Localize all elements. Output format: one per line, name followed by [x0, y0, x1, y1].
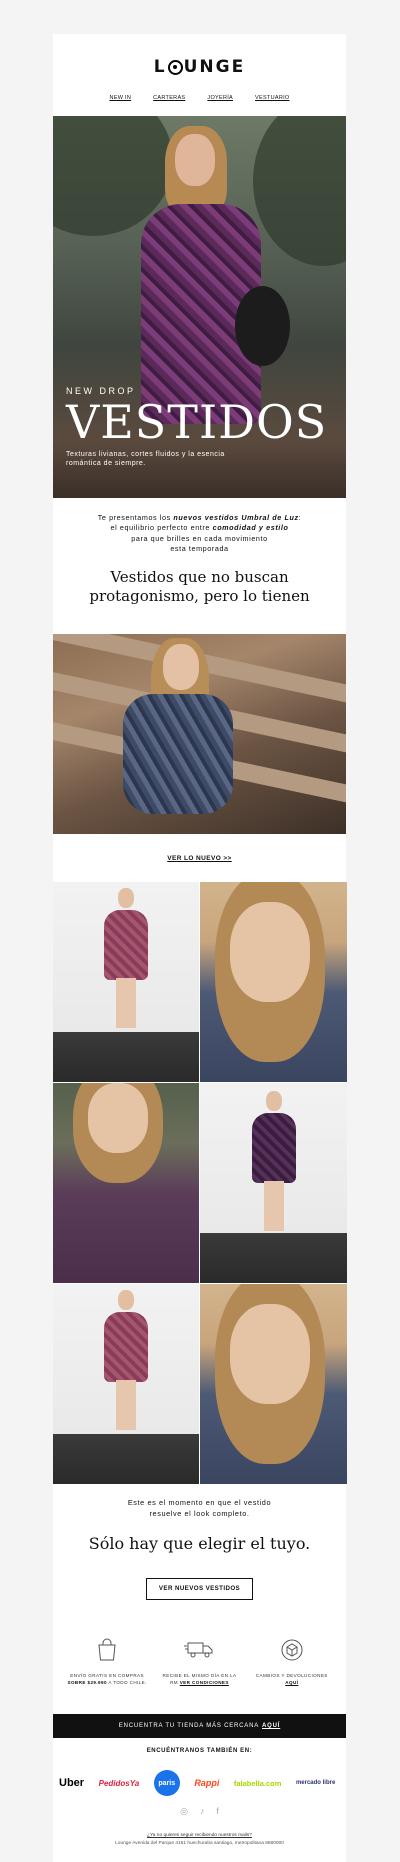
benefit-free-shipping: ENVÍO GRATIS EN COMPRAS SOBRE $29.990 A … [64, 1634, 150, 1714]
returns-box-icon [249, 1634, 335, 1666]
logo-o-ring [167, 59, 183, 75]
benefit-returns: CAMBIOS Y DEVOLUCIONES AQUÍ [249, 1634, 335, 1714]
unsubscribe-link[interactable]: ¿Ya no quieres seguir recibiendo nuestro… [147, 1833, 252, 1838]
closing-text: Este es el momento en que el vestido res… [127, 1498, 272, 1518]
find-us-title: ENCUÉNTRANOS TAMBIÉN EN: [146, 1748, 253, 1754]
nav-item-vestuario[interactable]: VESTUARIO [255, 95, 289, 101]
header: L UNGE [53, 34, 346, 79]
brand-logo[interactable]: L UNGE [154, 57, 245, 77]
hero-model-face [175, 134, 215, 186]
partner-falabella-logo[interactable]: falabella.com [234, 1779, 282, 1788]
conditions-link[interactable]: VER CONDICIONES [180, 1680, 229, 1685]
product-photo-2[interactable] [200, 882, 347, 1082]
benefits-row: ENVÍO GRATIS EN COMPRAS SOBRE $29.990 A … [53, 1624, 346, 1714]
product-photo-6[interactable] [200, 1284, 347, 1484]
partner-uber-logo[interactable]: Uber [59, 1777, 84, 1789]
facebook-icon[interactable]: f [216, 1806, 219, 1816]
store-locator-link[interactable]: AQUÍ [262, 1723, 280, 1729]
closing-heading: Sólo hay que elegir el tuyo. [88, 1534, 311, 1553]
product-photo-3[interactable] [53, 1083, 199, 1283]
hero-title: VESTIDOS [66, 395, 328, 449]
benefit-same-day: RECIBE EL MISMO DÍA EN LA RM VER CONDICI… [156, 1634, 242, 1714]
bench-model-photo[interactable] [53, 634, 346, 834]
social-icons: ◎ ♪ f [53, 1800, 346, 1822]
see-new-link[interactable]: VER LO NUEVO >> [167, 855, 232, 862]
partner-mercadolibre-logo[interactable]: mercado libre [296, 1780, 340, 1786]
hero-subtitle: Texturas livianas, cortes fluidos y la e… [66, 451, 225, 468]
product-photo-4[interactable] [200, 1083, 347, 1283]
nav-item-carteras[interactable]: CARTERAS [153, 95, 185, 101]
product-grid [53, 882, 347, 1484]
product-photo-1[interactable] [53, 882, 199, 1082]
store-locator-bar: ENCUENTRA TU TIENDA MÁS CERCANA AQUÍ [53, 1714, 346, 1738]
returns-link[interactable]: AQUÍ [285, 1680, 298, 1685]
delivery-truck-icon [156, 1634, 242, 1666]
product-photo-5[interactable] [53, 1284, 199, 1484]
partner-rappi-logo[interactable]: Rappi [194, 1778, 219, 1788]
footer: ¿Ya no quieres seguir recibiendo nuestro… [115, 1833, 284, 1846]
hero-banner[interactable]: NEW DROP VESTIDOS Texturas livianas, cor… [53, 116, 346, 498]
nav-item-new-in[interactable]: NEW IN [109, 95, 131, 101]
instagram-icon[interactable]: ◎ [180, 1806, 188, 1817]
main-nav: NEW IN CARTERAS JOYERÍA VESTUARIO [53, 79, 346, 116]
hero-text: NEW DROP VESTIDOS Texturas livianas, cor… [66, 386, 327, 468]
see-new-dresses-button[interactable]: VER NUEVOS VESTIDOS [145, 1578, 254, 1600]
tiktok-icon[interactable]: ♪ [200, 1806, 205, 1816]
nav-item-joyeria[interactable]: JOYERÍA [207, 95, 233, 101]
intro-text: Te presentamos los nuevos vestidos Umbra… [97, 513, 302, 554]
partner-logos: Uber PedidosYa paris Rappi falabella.com… [53, 1762, 346, 1800]
partner-pedidosya-logo[interactable]: PedidosYa [99, 1779, 140, 1788]
hero-model-bag [235, 286, 290, 366]
shopping-bag-icon [64, 1634, 150, 1666]
email-container: L UNGE NEW IN CARTERAS JOYERÍA VESTUARIO … [53, 34, 347, 1862]
partner-paris-logo[interactable]: paris [153, 1770, 180, 1796]
section-heading: Vestidos que no buscan protagonismo, per… [89, 568, 310, 605]
